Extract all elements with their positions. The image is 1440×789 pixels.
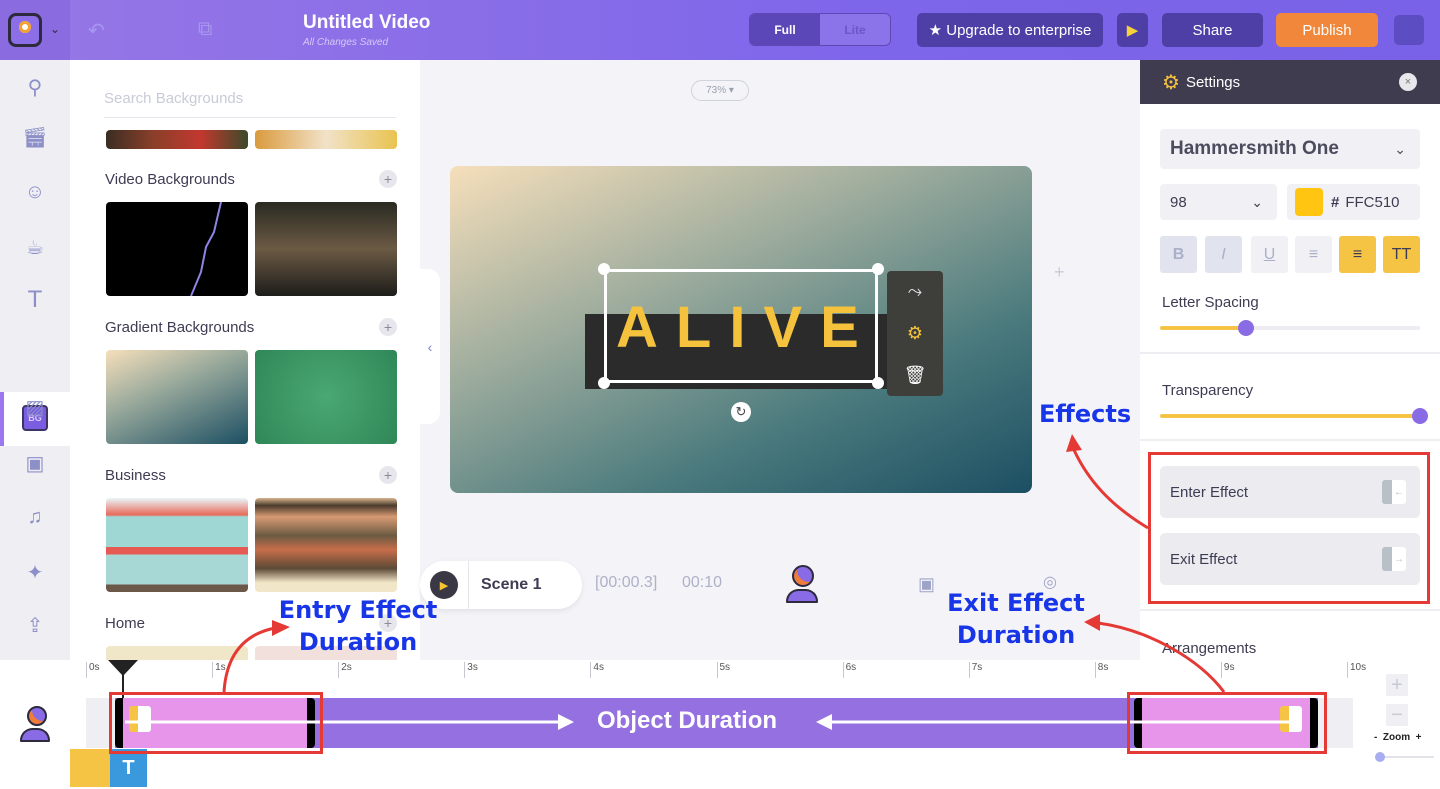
effects-annotation: Effects (1039, 400, 1132, 428)
annotation-arrows (222, 434, 1226, 693)
effects-arrowhead (1066, 434, 1082, 452)
entry-annotation: Entry Effect Duration (278, 594, 438, 658)
exit-arrow (1097, 621, 1226, 693)
exit-annotation: Exit Effect Duration (944, 587, 1088, 651)
exit-annotation-line1: Exit Effect (947, 589, 1085, 617)
entry-annotation-line2: Duration (298, 628, 418, 656)
entry-arrow (222, 626, 276, 693)
entry-annotation-line1: Entry Effect (278, 596, 438, 624)
exit-annotation-line2: Duration (956, 621, 1076, 649)
effects-arrow (1072, 449, 1149, 530)
